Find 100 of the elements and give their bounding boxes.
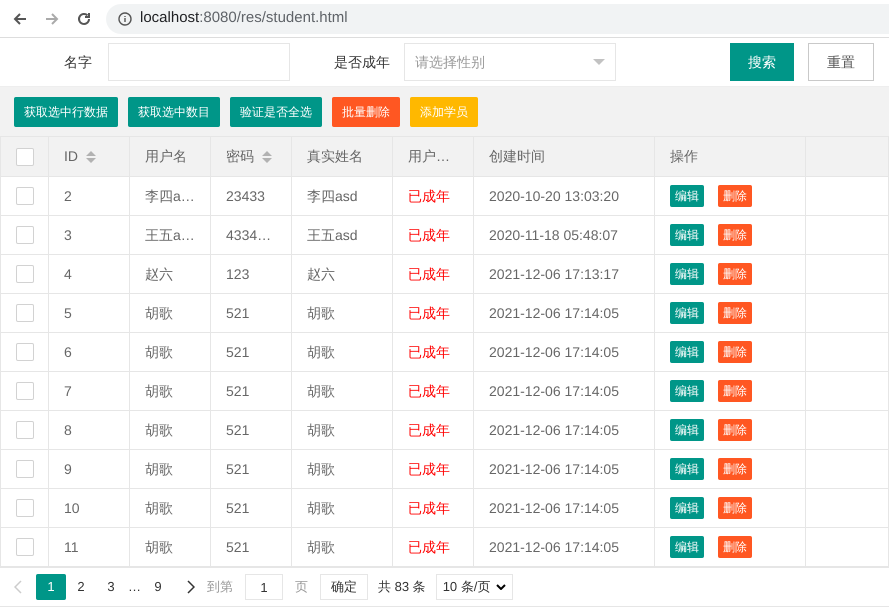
checkbox[interactable]: [16, 499, 34, 517]
edit-button[interactable]: 编辑: [670, 380, 704, 402]
table-cell: 已成年: [408, 188, 450, 204]
delete-button[interactable]: 删除: [718, 263, 752, 285]
edit-button[interactable]: 编辑: [670, 341, 704, 363]
search-button[interactable]: 搜索: [730, 43, 794, 81]
page-label: 页: [295, 578, 308, 596]
sort-icon[interactable]: [86, 150, 96, 162]
page-button[interactable]: 1: [36, 574, 66, 600]
table-cell: 胡歌: [145, 304, 173, 320]
table-cell: 2021-12-06 17:14:05: [489, 538, 619, 554]
table-cell: 521: [226, 538, 250, 554]
delete-button[interactable]: 删除: [718, 458, 752, 480]
previous-page-icon[interactable]: [14, 580, 22, 594]
column-header: 用户名: [145, 147, 187, 166]
delete-button[interactable]: 删除: [718, 185, 752, 207]
table-cell: 6: [64, 344, 72, 360]
table-cell: 已成年: [408, 500, 450, 516]
table-cell: 521: [226, 500, 250, 516]
table-cell: 胡歌: [145, 538, 173, 554]
checkbox[interactable]: [16, 343, 34, 361]
checkbox[interactable]: [16, 460, 34, 478]
caret-icon: [593, 59, 605, 65]
table-cell: 已成年: [408, 422, 450, 438]
checkbox[interactable]: [16, 304, 34, 322]
reload-icon[interactable]: [76, 10, 92, 26]
table-cell: 胡歌: [145, 460, 173, 476]
table-cell: 胡歌: [307, 304, 335, 320]
table-cell: 已成年: [408, 226, 450, 242]
table-cell: 2021-12-06 17:14:05: [489, 304, 619, 320]
table-cell: 521: [226, 344, 250, 360]
table-cell: 521: [226, 460, 250, 476]
edit-button[interactable]: 编辑: [670, 224, 704, 246]
delete-button[interactable]: 删除: [718, 302, 752, 324]
page-button[interactable]: 2: [66, 574, 96, 600]
edit-button[interactable]: 编辑: [670, 185, 704, 207]
table-cell: 3: [64, 226, 72, 242]
toolbar-button[interactable]: 获取选中数目: [128, 96, 220, 126]
field-label: 是否成年: [334, 52, 391, 72]
goto-label: 到第: [207, 578, 233, 596]
caret-icon: [496, 584, 506, 590]
table-cell: 2021-12-06 17:14:05: [489, 344, 619, 360]
page-size-select[interactable]: 10 条/页: [436, 574, 514, 600]
address-bar[interactable]: localhost:8080/res/student.html: [106, 4, 889, 34]
table-cell: 已成年: [408, 304, 450, 320]
table-cell: 7: [64, 382, 72, 398]
page-button[interactable]: 3: [96, 574, 126, 600]
checkbox[interactable]: [16, 538, 34, 556]
sort-icon[interactable]: [262, 150, 272, 162]
edit-button[interactable]: 编辑: [670, 497, 704, 519]
total-count: 共 83 条: [378, 578, 426, 596]
delete-button[interactable]: 删除: [718, 224, 752, 246]
edit-button[interactable]: 编辑: [670, 263, 704, 285]
reset-button[interactable]: 重置: [808, 43, 874, 81]
table-cell: 2021-12-06 17:14:05: [489, 460, 619, 476]
table-cell: 2020-11-18 05:48:07: [489, 226, 618, 242]
table-cell: 521: [226, 304, 250, 320]
info-icon: [118, 12, 132, 26]
table-cell: 胡歌: [145, 500, 173, 516]
checkbox[interactable]: [16, 187, 34, 205]
adult-select-field[interactable]: 请选择性别: [404, 43, 616, 81]
table-cell: 王五asd: [307, 226, 358, 242]
edit-button[interactable]: 编辑: [670, 419, 704, 441]
table-cell: 李四asd: [307, 188, 358, 204]
table-cell: 123: [226, 266, 250, 282]
forward-icon[interactable]: [44, 10, 60, 26]
checkbox[interactable]: [16, 421, 34, 439]
table-cell: 胡歌: [307, 460, 335, 476]
delete-button[interactable]: 删除: [718, 497, 752, 519]
table-cell: 9: [64, 460, 72, 476]
table-cell: 4: [64, 266, 72, 282]
back-icon[interactable]: [12, 10, 28, 26]
checkbox[interactable]: [16, 226, 34, 244]
next-page-icon[interactable]: [187, 580, 195, 594]
toolbar-button[interactable]: 批量删除: [332, 96, 400, 126]
confirm-button[interactable]: 确定: [320, 574, 368, 600]
table-cell: 2: [64, 188, 72, 204]
delete-button[interactable]: 删除: [718, 380, 752, 402]
column-header: ID: [64, 147, 78, 166]
table-cell: 赵六: [307, 266, 335, 282]
page-input-field[interactable]: 1: [245, 574, 283, 600]
edit-button[interactable]: 编辑: [670, 302, 704, 324]
name-input-field[interactable]: [108, 43, 290, 81]
table-cell: 5: [64, 304, 72, 320]
checkbox[interactable]: [16, 382, 34, 400]
delete-button[interactable]: 删除: [718, 341, 752, 363]
table-cell: 2021-12-06 17:13:17: [489, 266, 619, 282]
table-cell: 2020-10-20 13:03:20: [489, 188, 619, 204]
page-button[interactable]: 9: [143, 574, 173, 600]
table-cell: 胡歌: [145, 344, 173, 360]
checkbox[interactable]: [16, 265, 34, 283]
toolbar-button[interactable]: 获取选中行数据: [14, 96, 118, 126]
edit-button[interactable]: 编辑: [670, 458, 704, 480]
edit-button[interactable]: 编辑: [670, 536, 704, 558]
table-cell: 胡歌: [307, 422, 335, 438]
column-header: 用户…: [408, 147, 450, 166]
toolbar-button[interactable]: 验证是否全选: [230, 96, 322, 126]
delete-button[interactable]: 删除: [718, 536, 752, 558]
checkbox[interactable]: [16, 148, 34, 166]
delete-button[interactable]: 删除: [718, 419, 752, 441]
